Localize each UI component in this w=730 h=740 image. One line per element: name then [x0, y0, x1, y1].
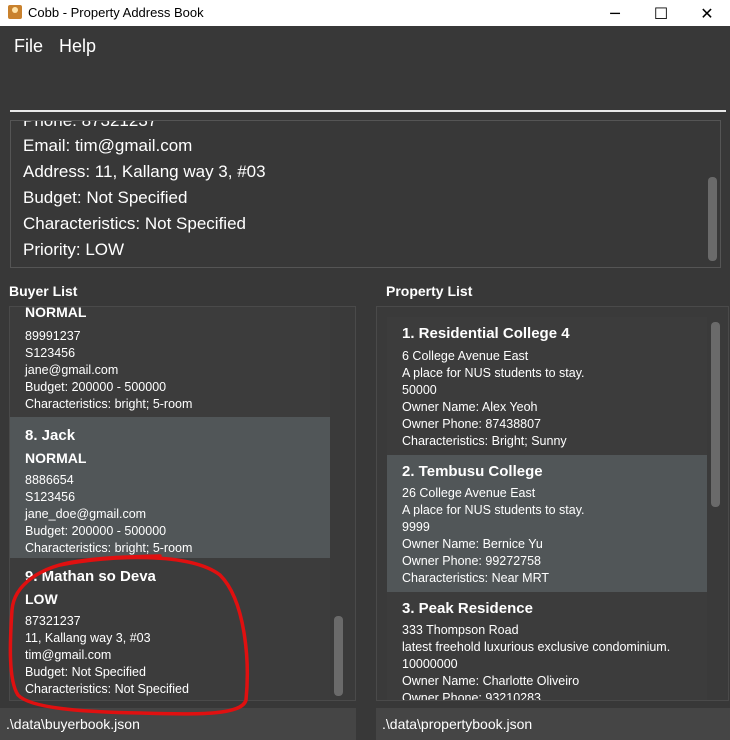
- property-name: 1. Residential College 4: [402, 325, 570, 342]
- result-display[interactable]: Phone: 87321237 Email: tim@gmail.com Add…: [10, 120, 721, 268]
- buyer-address: 11, Kallang way 3, #03: [25, 631, 151, 645]
- buyer-phone: 87321237: [25, 614, 81, 628]
- property-file-path: .\data\propertybook.json: [382, 716, 533, 732]
- buyer-phone: 89991237: [25, 329, 81, 343]
- buyer-priority: NORMAL: [25, 307, 87, 320]
- buyer-nric: S123456: [25, 490, 76, 504]
- property-owner-name: Owner Name: Bernice Yu: [402, 537, 543, 551]
- property-list[interactable]: 1. Residential College 4 6 College Avenu…: [376, 306, 729, 701]
- buyer-phone: 8886654: [25, 473, 74, 487]
- buyer-email: jane_doe@gmail.com: [25, 507, 147, 521]
- property-list-title: Property List: [386, 283, 473, 299]
- result-line-email: Email: tim@gmail.com: [23, 136, 193, 155]
- property-card[interactable]: 2. Tembusu College 26 College Avenue Eas…: [387, 455, 707, 592]
- buyer-characteristics: Characteristics: bright; 5-room: [25, 541, 193, 555]
- property-address: 333 Thompson Road: [402, 623, 519, 637]
- property-status-bar: .\data\propertybook.json: [376, 708, 730, 740]
- address-book-icon: [8, 5, 22, 19]
- buyer-name: 8. Jack: [25, 427, 76, 444]
- property-owner-phone: Owner Phone: 99272758: [402, 554, 541, 568]
- result-line-priority: Priority: LOW: [23, 240, 125, 259]
- property-characteristics: Characteristics: Near MRT: [402, 571, 550, 585]
- buyer-list[interactable]: NORMAL 89991237 S123456 jane@gmail.com B…: [9, 306, 356, 701]
- buyer-name: 9. Mathan so Deva: [25, 568, 156, 585]
- buyer-priority: LOW: [25, 591, 58, 607]
- window-title: Cobb - Property Address Book: [28, 5, 204, 20]
- buyer-list-scrollbar-thumb[interactable]: [334, 616, 343, 696]
- command-area: [0, 64, 730, 116]
- property-description: latest freehold luxurious exclusive cond…: [402, 640, 671, 654]
- result-line-phone: Phone: 87321237: [23, 120, 158, 130]
- buyer-characteristics: Characteristics: bright; 5-room: [25, 397, 193, 411]
- buyer-card[interactable]: 8. Jack NORMAL 8886654 S123456 jane_doe@…: [10, 417, 330, 558]
- close-button[interactable]: ✕: [684, 0, 730, 26]
- buyer-priority: NORMAL: [25, 450, 87, 466]
- property-card[interactable]: 1. Residential College 4 6 College Avenu…: [387, 317, 707, 455]
- command-input[interactable]: [10, 70, 726, 112]
- property-owner-name: Owner Name: Charlotte Oliveiro: [402, 674, 580, 688]
- property-address: 6 College Avenue East: [402, 349, 529, 363]
- buyer-budget: Budget: Not Specified: [25, 665, 146, 679]
- maximize-button[interactable]: ☐: [638, 0, 684, 26]
- property-list-scrollbar-thumb[interactable]: [711, 322, 720, 507]
- buyer-budget: Budget: 200000 - 500000: [25, 524, 167, 538]
- minimize-button[interactable]: ─: [592, 0, 638, 26]
- buyer-file-path: .\data\buyerbook.json: [6, 716, 140, 732]
- buyer-card[interactable]: 9. Mathan so Deva LOW 87321237 11, Kalla…: [10, 558, 330, 700]
- menu-bar: File Help: [0, 26, 730, 65]
- buyer-characteristics: Characteristics: Not Specified: [25, 682, 189, 696]
- property-price: 9999: [402, 520, 430, 534]
- property-owner-phone: Owner Phone: 87438807: [402, 417, 541, 431]
- result-line-address: Address: 11, Kallang way 3, #03: [23, 162, 266, 181]
- result-line-characteristics: Characteristics: Not Specified: [23, 214, 246, 233]
- buyer-nric: S123456: [25, 346, 76, 360]
- buyer-email: tim@gmail.com: [25, 648, 112, 662]
- property-card[interactable]: 3. Peak Residence 333 Thompson Road late…: [387, 592, 707, 701]
- buyer-list-title: Buyer List: [9, 283, 78, 299]
- property-address: 26 College Avenue East: [402, 486, 536, 500]
- property-owner-name: Owner Name: Alex Yeoh: [402, 400, 538, 414]
- menu-file[interactable]: File: [14, 36, 43, 57]
- menu-help[interactable]: Help: [59, 36, 96, 57]
- property-price: 50000: [402, 383, 437, 397]
- buyer-email: jane@gmail.com: [25, 363, 119, 377]
- property-name: 3. Peak Residence: [402, 600, 533, 617]
- buyer-status-bar: .\data\buyerbook.json: [0, 708, 356, 740]
- buyer-budget: Budget: 200000 - 500000: [25, 380, 167, 394]
- property-characteristics: Characteristics: Bright; Sunny: [402, 434, 567, 448]
- property-name: 2. Tembusu College: [402, 463, 543, 480]
- result-scrollbar-thumb[interactable]: [708, 177, 717, 261]
- window-title-bar: Cobb - Property Address Book ─ ☐ ✕: [0, 0, 730, 26]
- property-description: A place for NUS students to stay.: [402, 366, 585, 380]
- buyer-card[interactable]: NORMAL 89991237 S123456 jane@gmail.com B…: [10, 307, 330, 417]
- property-description: A place for NUS students to stay.: [402, 503, 585, 517]
- result-line-budget: Budget: Not Specified: [23, 188, 188, 207]
- property-owner-phone: Owner Phone: 93210283: [402, 691, 541, 701]
- property-price: 10000000: [402, 657, 458, 671]
